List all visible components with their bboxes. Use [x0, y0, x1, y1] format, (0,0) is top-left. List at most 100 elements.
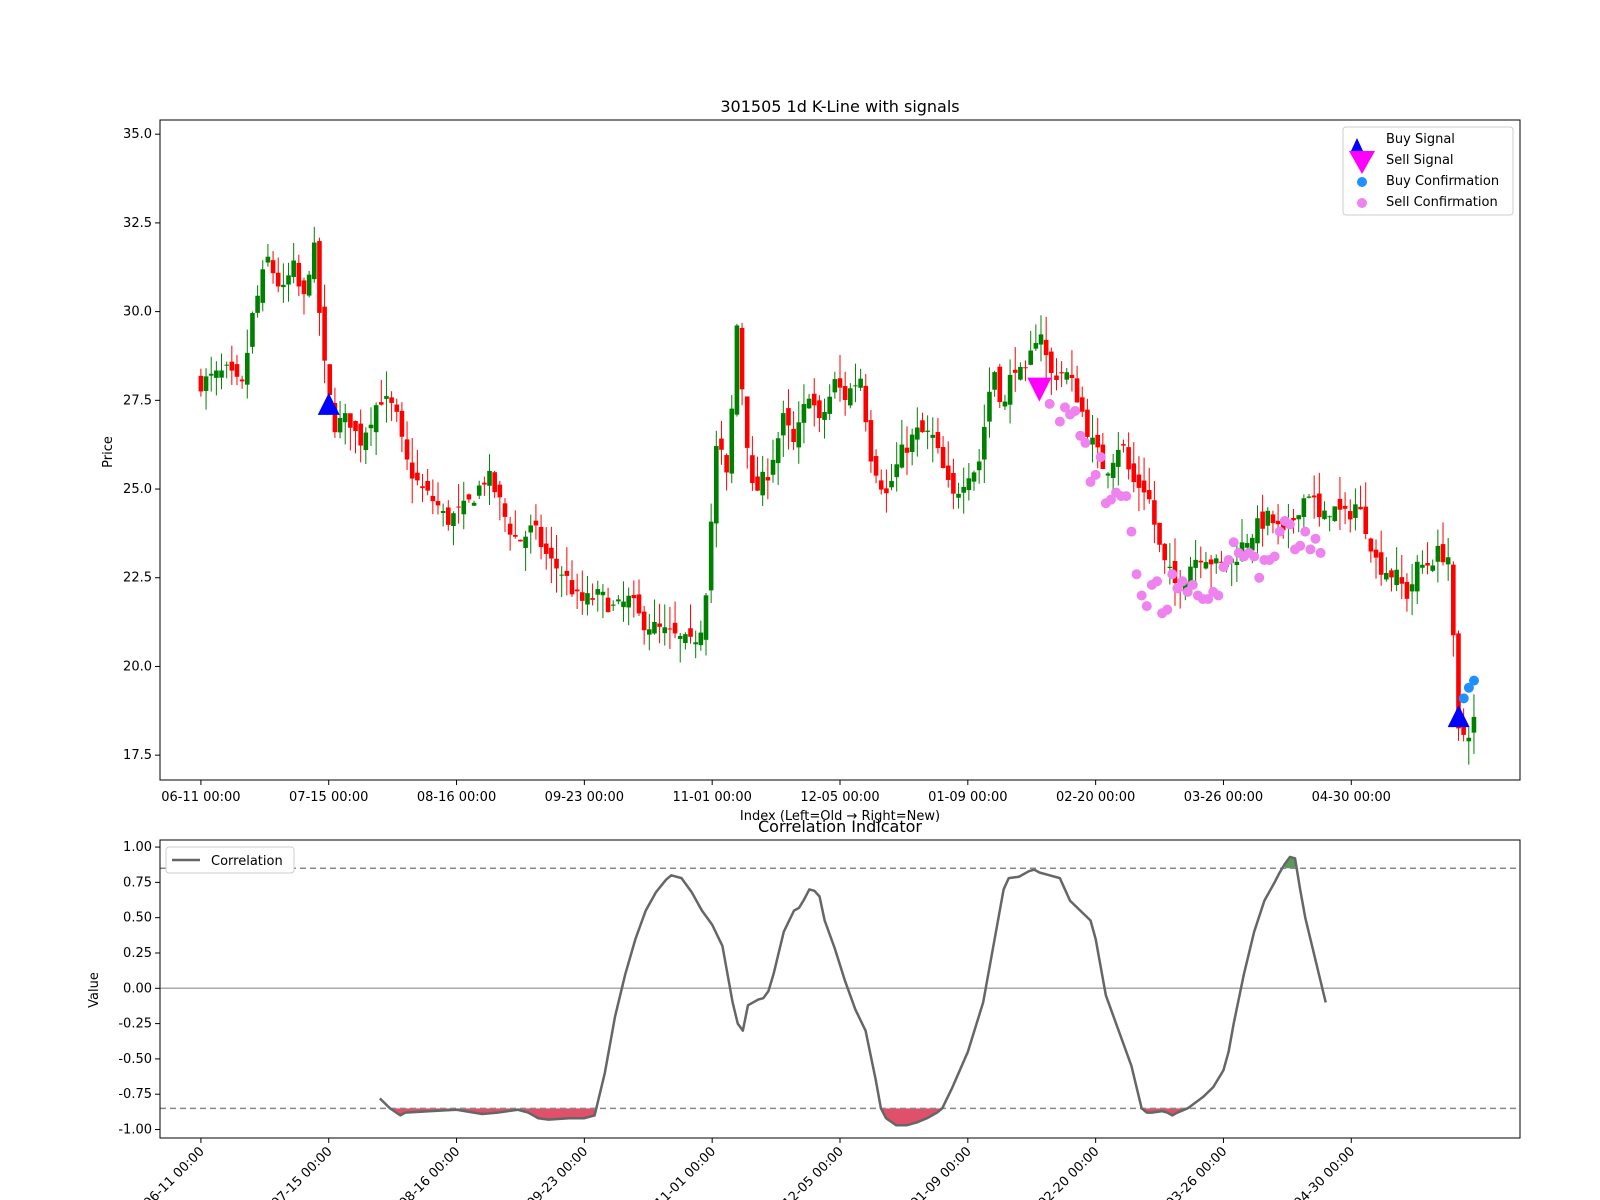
kline-y-ticks: 17.5 20.0 22.5 25.0 27.5 30.0 32.5 35.0: [123, 127, 160, 763]
candle-body: [1275, 520, 1281, 525]
kline-legend: Buy Signal Sell Signal Buy Confirmation …: [1342, 126, 1514, 216]
candle-body: [229, 361, 235, 371]
candle-body: [348, 413, 353, 428]
candle-body: [1384, 572, 1389, 580]
candle-body: [703, 595, 709, 640]
candle-body: [1358, 506, 1363, 510]
candle-body: [708, 521, 714, 591]
kline-x-tick-label: 01-09 00:00: [928, 790, 1007, 805]
sell-confirmation-marker: [1310, 533, 1321, 544]
candle-body: [1167, 566, 1173, 568]
candle-body: [616, 599, 621, 602]
candle-body: [1311, 495, 1317, 498]
kline-x-tick-label: 07-15 00:00: [289, 790, 368, 805]
candle-body: [538, 526, 544, 548]
correlation-title: Correlation Indicator: [758, 817, 922, 836]
candle-body: [322, 306, 327, 361]
candle-body: [734, 325, 740, 415]
sell-confirmation-marker: [1295, 540, 1306, 551]
candle-body: [1399, 577, 1405, 584]
candle-body: [641, 611, 647, 631]
correlation-y-tick-label: -1.00: [118, 1123, 152, 1138]
sell-confirmation-marker: [1095, 452, 1106, 463]
candle-body: [342, 413, 348, 423]
candle-body: [1095, 434, 1101, 448]
candle-body: [1213, 558, 1219, 564]
candle-body: [920, 420, 925, 433]
candle-body: [585, 593, 590, 605]
candle-body: [760, 471, 765, 496]
candle-body: [595, 589, 601, 595]
candle-body: [961, 486, 966, 493]
candle-body: [445, 507, 451, 525]
candle-body: [1157, 522, 1162, 545]
candle-body: [992, 372, 997, 390]
kline-x-tick-label: 09-23 00:00: [545, 790, 624, 805]
candle-body: [1234, 561, 1240, 565]
candle-body: [1270, 514, 1276, 524]
sell-confirmation-marker: [1249, 551, 1260, 562]
candle-body: [863, 385, 869, 423]
candle-body: [512, 534, 518, 537]
candle-body: [451, 513, 456, 526]
correlation-y-ticks: -1.00 -0.75 -0.50 -0.25 0.00 0.25 0.50 0.75 1.00: [118, 840, 160, 1138]
correlation-x-tick-label: 01-09 00:00: [908, 1144, 975, 1200]
candle-body: [842, 386, 848, 400]
correlation-y-tick-label: 0.75: [123, 875, 152, 890]
correlation-y-tick-label: 0.25: [123, 946, 152, 961]
candle-body: [420, 486, 425, 489]
candle-body: [306, 274, 312, 296]
candle-body: [966, 478, 972, 491]
candle-body: [1131, 463, 1137, 483]
candle-body: [368, 424, 374, 429]
candle-body: [399, 410, 405, 437]
candle-body: [909, 434, 915, 453]
candle-body: [281, 284, 286, 288]
candle-body: [1049, 351, 1054, 373]
sell-confirmation-marker: [1126, 526, 1137, 537]
candle-body: [1043, 339, 1049, 356]
candle-body: [1126, 447, 1131, 470]
candle-body: [1152, 500, 1157, 525]
candle-body: [1414, 561, 1420, 592]
candle-body: [198, 375, 204, 392]
candle-body: [373, 405, 379, 433]
candle-body: [1007, 374, 1013, 405]
candle-body: [858, 378, 863, 388]
candle-body: [1332, 506, 1338, 522]
candle-body: [1208, 559, 1214, 565]
candle-body: [982, 426, 987, 460]
buy-confirmation-marker: [1468, 675, 1479, 686]
kline-y-tick-label: 25.0: [123, 482, 152, 497]
correlation-y-tick-label: 0.50: [123, 911, 152, 926]
legend-sell-signal: Sell Signal: [1386, 153, 1454, 168]
kline-x-tick-label: 11-01 00:00: [672, 790, 751, 805]
candle-body: [528, 525, 534, 533]
candle-body: [600, 591, 606, 596]
candle-body: [688, 628, 693, 637]
legend-buy-confirmation: Buy Confirmation: [1386, 174, 1499, 189]
sell-confirmation-marker: [1090, 469, 1101, 480]
correlation-line-group: [378, 855, 1327, 1127]
candle-body: [1373, 549, 1379, 558]
candle-body: [899, 444, 905, 468]
sell-confirmation-marker: [1162, 604, 1173, 615]
sell-confirmation-marker: [1305, 544, 1316, 555]
candle-body: [224, 364, 229, 366]
candle-body: [430, 495, 436, 502]
candle-body: [631, 594, 637, 599]
candle-body: [811, 393, 817, 406]
candle-body: [559, 574, 564, 576]
candle-body: [1136, 474, 1142, 488]
sell-confirmation-marker: [1284, 519, 1295, 530]
sell-confirmation-marker: [1228, 537, 1239, 548]
kline-y-tick-label: 35.0: [123, 127, 152, 142]
candle-body: [652, 621, 657, 634]
kline-y-tick-label: 17.5: [123, 748, 152, 763]
candle-body: [822, 412, 827, 420]
candle-body: [518, 539, 523, 542]
correlation-line: [378, 855, 1327, 1127]
candle-body: [214, 370, 219, 378]
candle-body: [1054, 375, 1059, 380]
candle-body: [698, 632, 704, 646]
